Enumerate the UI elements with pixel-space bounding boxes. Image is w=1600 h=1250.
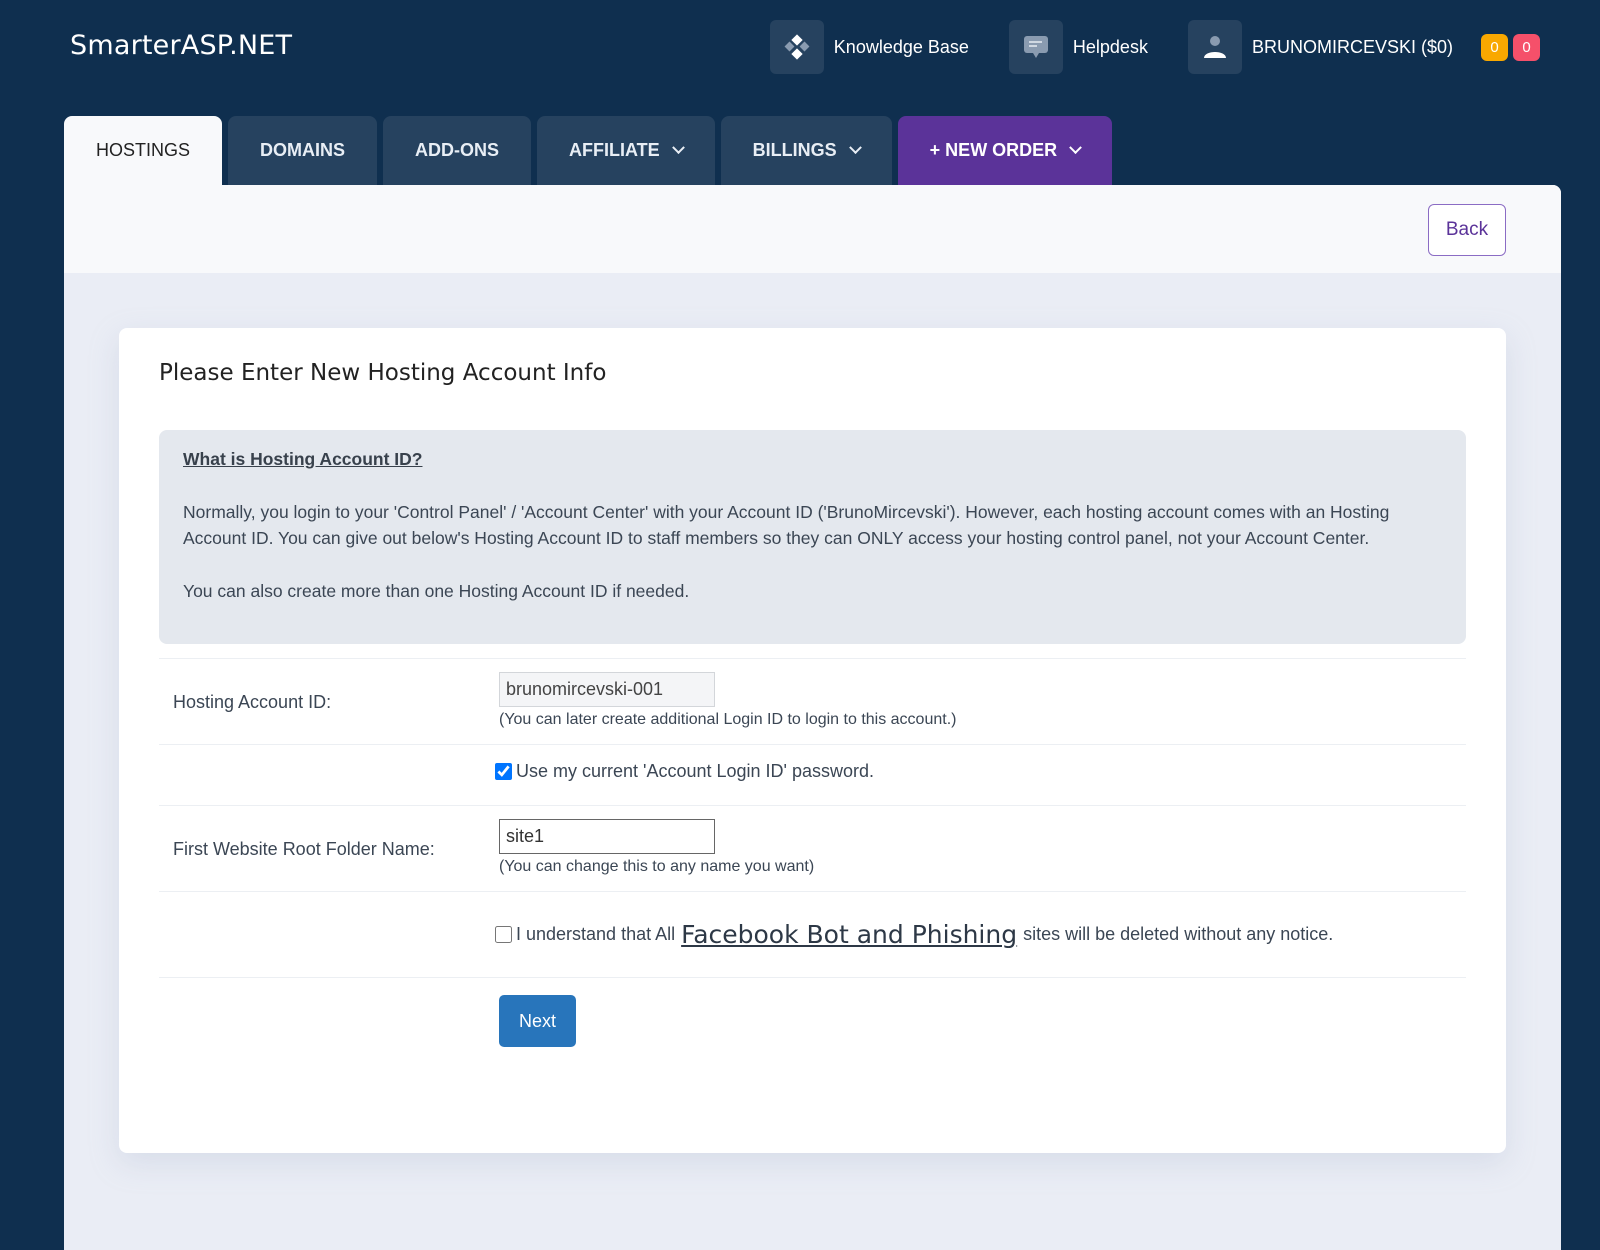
info-title: What is Hosting Account ID? [183,449,423,469]
tab-add-ons[interactable]: ADD-ONS [383,116,532,185]
tab-hostings[interactable]: HOSTINGS [64,116,223,185]
card-title: Please Enter New Hosting Account Info [159,360,607,386]
hosting-account-card: Please Enter New Hosting Account Info Wh… [119,328,1506,1153]
agree-checkbox[interactable] [495,926,512,943]
tab-affiliate-label: AFFILIATE [569,140,660,160]
agree-option[interactable]: I understand that All Facebook Bot and P… [495,920,1333,949]
root-folder-row: First Website Root Folder Name: (You can… [159,805,1466,891]
info-paragraph: Normally, you login to your 'Control Pan… [183,501,1390,549]
main-tabs: HOSTINGS DOMAINS ADD-ONS AFFILIATE BILLI… [64,116,1118,185]
agree-row: I understand that All Facebook Bot and P… [159,891,1466,977]
nav-helpdesk[interactable]: Helpdesk [1008,20,1148,74]
nav-account[interactable]: BRUNOMIRCEVSKI ($0) [1187,20,1453,74]
agree-prefix: I understand that All [516,924,676,944]
agree-suffix: sites will be deleted without any notice… [1023,924,1334,944]
tab-hostings-label: HOSTINGS [96,140,191,160]
use-password-row: Use my current 'Account Login ID' passwo… [159,744,1466,805]
hosting-id-row: Hosting Account ID: (You can later creat… [159,658,1466,744]
tab-affiliate[interactable]: AFFILIATE [537,116,715,185]
use-password-checkbox[interactable] [495,763,512,780]
next-button[interactable]: Next [499,995,576,1047]
tab-add-ons-label: ADD-ONS [415,140,500,160]
main-panel: Back Please Enter New Hosting Account In… [64,185,1561,1250]
brand-logo[interactable]: SmarterASP.NET [70,30,292,61]
tab-new-order-label: + NEW ORDER [929,140,1058,160]
facebook-phishing-link[interactable]: Facebook Bot and Phishing [681,920,1017,949]
hosting-id-input[interactable] [499,672,715,707]
tab-domains-label: DOMAINS [260,140,346,160]
hosting-id-label: Hosting Account ID: [173,692,332,712]
notification-badge-orange[interactable]: 0 [1481,33,1508,61]
nav-knowledge-base[interactable]: Knowledge Base [769,20,969,74]
info-paragraph: You can also create more than one Hostin… [183,580,690,601]
tab-billings[interactable]: BILLINGS [720,116,892,185]
hosting-id-hint: (You can later create additional Login I… [499,711,957,728]
nav-knowledge-base-label: Knowledge Base [833,36,969,57]
root-folder-label: First Website Root Folder Name: [173,839,435,859]
info-box: What is Hosting Account ID? Normally, yo… [159,430,1466,644]
tab-new-order[interactable]: + NEW ORDER [897,116,1113,185]
nav-helpdesk-label: Helpdesk [1072,36,1148,57]
notification-badge-red[interactable]: 0 [1513,33,1540,61]
nav-account-label: BRUNOMIRCEVSKI ($0) [1251,36,1453,57]
submit-row: Next [159,977,1466,1067]
root-folder-input[interactable] [499,819,715,854]
back-button[interactable]: Back [1428,204,1506,256]
use-password-label: Use my current 'Account Login ID' passwo… [516,761,875,781]
chevron-down-icon [671,141,685,155]
chat-bubble-icon [1008,20,1063,74]
top-nav: Knowledge Base Helpdesk BRUNOMIRCEVSKI (… [769,20,1540,74]
chevron-down-icon [848,141,862,155]
tab-billings-label: BILLINGS [752,140,837,160]
chevron-down-icon [1069,141,1083,155]
use-password-option[interactable]: Use my current 'Account Login ID' passwo… [495,761,874,782]
tab-domains[interactable]: DOMAINS [228,116,378,185]
root-folder-hint: (You can change this to any name you wan… [499,858,815,875]
user-icon [1187,20,1242,74]
panel-toolbar: Back [64,185,1561,273]
knowledge-base-icon [769,20,824,74]
